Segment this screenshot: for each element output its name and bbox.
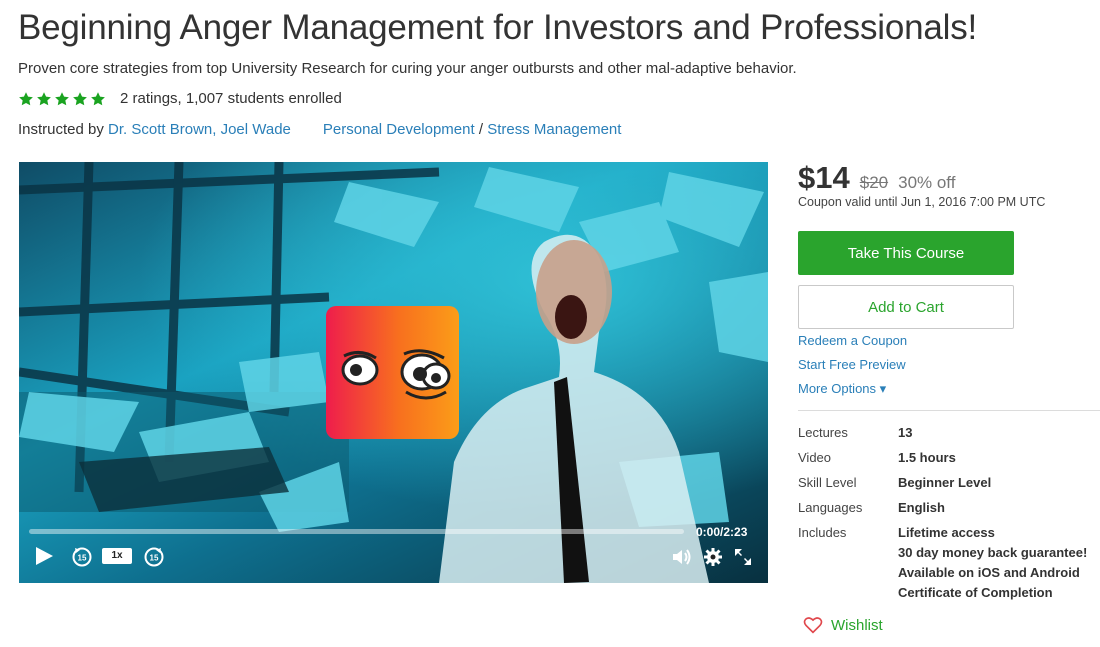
current-price: $14 [798,160,850,195]
settings-gear-icon[interactable] [703,547,723,567]
course-subtitle: Proven core strategies from top Universi… [18,60,797,77]
coupon-note: Coupon valid until Jun 1, 2016 7:00 PM U… [798,195,1046,209]
take-course-button[interactable]: Take This Course [798,231,1014,275]
detail-label-includes: Includes [798,525,847,540]
cartoon-eyes-icon [341,349,451,400]
detail-label-lectures: Lectures [798,425,848,440]
forward-15-icon[interactable]: 15 [143,545,165,567]
price-row: $14 $20 30% off [798,160,955,196]
subcategory-link[interactable]: Stress Management [487,121,621,138]
divider [798,410,1100,411]
star-icon [37,91,51,105]
star-icon [91,91,105,105]
instructor-link[interactable]: Dr. Scott Brown, Joel Wade [108,121,291,138]
includes-item: 30 day money back guarantee! [898,545,1088,560]
detail-value-lectures: 13 [898,425,913,440]
includes-item: Available on iOS and Android [898,565,1080,580]
star-icon [19,91,33,105]
breadcrumb-separator: / [474,121,488,138]
redeem-coupon-link[interactable]: Redeem a Coupon [798,333,907,348]
more-options-link[interactable]: More Options ▾ [798,381,886,397]
rating-text: 2 ratings, 1,007 students enrolled [120,90,342,107]
start-free-preview-link[interactable]: Start Free Preview [798,357,906,372]
video-progress-bar[interactable] [29,529,684,534]
star-icon [73,91,87,105]
add-to-cart-button[interactable]: Add to Cart [798,285,1014,329]
playback-speed-button[interactable]: 1x [102,548,132,564]
fullscreen-icon[interactable] [733,547,753,567]
original-price: $20 [859,173,889,192]
rating-stars [18,91,106,107]
category-link[interactable]: Personal Development [323,121,475,138]
course-logo [326,306,459,439]
star-icon [55,91,69,105]
detail-label-video: Video [798,450,832,465]
detail-value-languages: English [898,500,945,515]
video-time: 0:00/2:23 [696,525,748,539]
heart-icon [803,617,823,634]
rewind-15-icon[interactable]: 15 [71,545,93,567]
play-icon[interactable] [33,545,55,567]
discount-label: 30% off [898,173,956,192]
volume-icon[interactable] [672,548,692,566]
video-player[interactable]: 0:00/2:23 15 1x 15 [19,162,768,583]
wishlist-label: Wishlist [831,616,883,634]
instructed-row: Instructed by Dr. Scott Brown, Joel Wade… [18,121,621,138]
course-title: Beginning Anger Management for Investors… [18,8,978,47]
detail-value-video: 1.5 hours [898,450,956,465]
detail-label-languages: Languages [798,500,863,515]
includes-item: Certificate of Completion [898,585,1053,600]
detail-value-skill-level: Beginner Level [898,475,992,490]
wishlist-button[interactable]: Wishlist [803,616,883,634]
svg-text:15: 15 [150,554,159,563]
detail-label-skill-level: Skill Level [798,475,857,490]
instructed-label: Instructed by [18,121,109,138]
svg-text:15: 15 [78,554,87,563]
includes-item: Lifetime access [898,525,995,540]
rating-row: 2 ratings, 1,007 students enrolled [18,90,342,107]
